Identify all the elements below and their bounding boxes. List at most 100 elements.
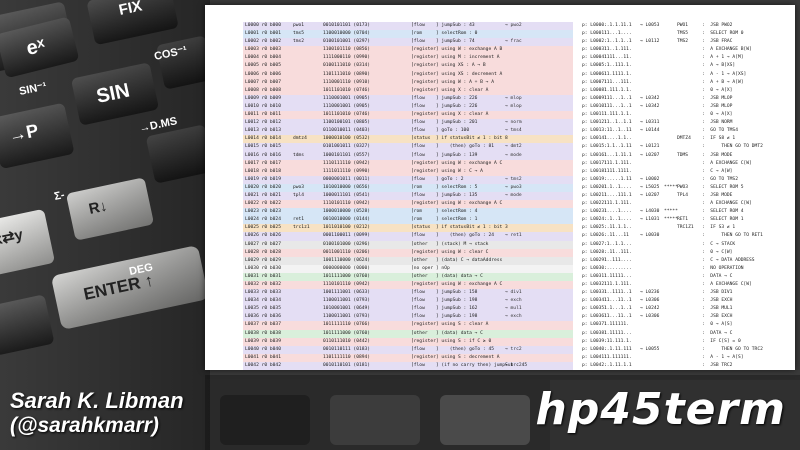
listing-row: L0038 r0 b038 1011111000 (0760) [other ] (… [243,329,573,338]
listing-cell-cmt: → mode [505,152,522,158]
listing-cell-addr: L0038 r0 b038 [245,330,281,336]
listing-cell-addr: L0001 r0 b001 [245,31,281,37]
listing-row: L0022 r0 b022 1110101110 (0942) [register]… [243,200,573,209]
original-cell-lbl: PWO1 [677,23,689,28]
original-row: p: L0026: ..11...11 → L0030: THEN GO TO RE… [580,232,790,240]
original-cell-ins: : JSB DIV1 [702,290,733,296]
original-cell-bits: 11...1.... [604,31,632,37]
original-cell-bits: 1..111.... [604,257,632,263]
original-cell-bits: 111.1.111. [604,201,632,207]
original-cell-lbl: TMS5 [677,31,689,37]
listing-cell-cmt: → norm [505,120,522,126]
listing-cell-bits: 1011111000 (0760) [323,330,371,336]
listing-cell-cmt: → mul1 [505,306,522,312]
listing-cell-addr: L0026 r0 b026 [245,233,281,239]
listing-row: L0024 r0 b024 ret1 0010010000 (0144) [rom ]… [243,216,573,225]
original-cell-bits: 1.1..1.... [604,184,632,190]
listing-cell-bits: 1101111110 (0894) [323,354,371,360]
listing-row: L0025 r0 b025 trc1z1 1011010100 (0212) [sta… [243,224,573,233]
listing-cell-addr: L0034 r0 b034 [245,298,281,304]
original-cell-tgt: → L0053 [640,23,660,28]
original-row: p: L0009: 111...1..1 → L0342: JSB MLOP [580,95,790,103]
original-row: p: L0022: 111.1.111.: A EXCHANGE C[W] [580,200,790,208]
listing-row: L0014 r0 b014 dmtz4 1000010100 (0532) [stat… [243,135,573,144]
listing-cell-bits: 0100111010 (0314) [323,63,371,69]
original-cell-bits: 1111.1111. [604,168,632,174]
original-cell-bits: 1.1...1..1 [604,306,632,312]
original-cell-tgt: → L0306 [640,314,660,320]
listing-cell-label: trc1z1 [293,225,310,231]
listing-cell-ins: [flow ] jumpSub : 198 [411,298,478,304]
listing-cell-bits: 1000101101 (0557) [323,152,371,158]
listing-cell-cmt: → dmt2 [505,144,522,150]
listing-cell-addr: L0011 r0 b011 [245,112,281,118]
listing-cell-bits: 0100101000 (0296) [323,241,371,247]
original-cell-ins: : A + B → A[W] [702,79,744,85]
original-row: p: L0031: 1.11111...: DATA → C [580,273,790,281]
listing-cell-addr: L0041 r0 b041 [245,354,281,360]
original-cell-ins: : IF S3 ≠ 1 [702,225,736,231]
listing-row: L0027 r0 b027 0100101000 (0296) [other ] (… [243,240,573,249]
listing-row: L0039 r0 b039 0110111010 (0442) [register]… [243,337,573,346]
original-cell-bits: .1..111.1. [604,63,632,69]
original-cell-tgt: → L4030 [640,209,660,215]
original-cell-ins: : JSB MLOP [702,103,733,109]
original-row: p: L0006: 11.1111.1.: A - 1 → A[XS] [580,71,790,79]
listing-cell-label: tpl4 [293,192,305,198]
listing-cell-bits: 0011001110 (0206) [323,249,371,255]
listing-cell-addr: L0028 r0 b028 [245,249,281,255]
original-cell-bits: ..11.1.1.. [604,225,632,231]
original-cell-bits: 1.11111... [604,273,632,279]
listing-row: L0020 r0 b020 pwo3 1010010000 (0656) [rom ]… [243,183,573,192]
original-cell-ins: : THEN GO TO TRC2 [702,346,763,352]
listing-cell-ins: [register] using X : clear A [411,87,489,93]
listing-row: L0008 r0 b008 1011101010 (0746) [register]… [243,86,573,95]
listing-cell-addr: L0013 r0 b013 [245,128,281,134]
original-cell-tgt: → L0030 [640,233,660,239]
listing-cell-cmt: → ret1 [505,233,522,239]
original-cell-bits: .11..1..11 [604,128,632,134]
listing-row: L0002 r0 b002 tms2 0100101001 (0297) [flow … [243,38,573,47]
original-cell-bits: ..11...11 [604,233,629,239]
listing-row: L0023 r0 b023 1000010000 (0528) [rom ] sel… [243,208,573,217]
listing-cell-cmt: → frac [505,39,522,45]
listing-cell-ins: [rom ] selectRom : 4 [411,209,478,215]
original-row: p: L0030:..........: NO OPERATION [580,265,790,273]
original-cell-ins: : GO TO TMS4 [702,128,738,134]
original-cell-lbl: TRC1Z1 [677,225,694,231]
listing-cell-ins: [flow ] jumpSub : 43 [411,23,475,28]
original-cell-lbl: TDMS [677,152,689,158]
author-name: Sarah K. Libman [10,388,184,413]
original-cell-bits: 111...1..1 [604,103,632,109]
original-cell-bits: ......1.11 [604,176,632,182]
listing-cell-ins: [register] using M : increment A [411,55,500,61]
listing-cell-ins: [register] using XS : A → B [411,63,486,69]
listing-cell-ins: [flow ] jumpSub : 158 [411,290,478,296]
original-cell-tgt: → L0112 [640,39,660,45]
original-row: p: L0037: 1.111111.: 0 → A[S] [580,321,790,329]
original-cell-tgt: → L0207 [640,152,660,158]
listing-row: L0017 r0 b017 1110111110 (0942) [register]… [243,159,573,168]
original-row: p: L0013: .11..1..11 → L0144: GO TO TMS4 [580,127,790,135]
original-cell-lbl: RET1 [677,217,689,223]
original-cell-bits: 11.1111.1. [604,71,632,77]
original-cell-tgt: → L0121 [640,144,660,150]
listing-row: L0012 r0 b012 1100100101 (0805) [flow ] ju… [243,119,573,128]
original-cell-ins: : DATA → C [702,273,733,279]
listing-row: L0019 r0 b019 0000001011 (0011) [flow ] go… [243,175,573,184]
listing-cell-bits: 0000001011 (0011) [323,176,371,182]
listing-cell-bits: 1100100101 (0805) [323,120,371,126]
original-row: p: L0027: .1..1.1...: C → STACK [580,241,790,249]
listing-cell-bits: 1001111001 (0633) [323,290,371,296]
original-listing: p: L0000: ..1.1.11.1 → L0053 PWO1: JSB PWO2… [580,22,790,370]
listing-cell-ins: [register] using W : exchange A C [411,282,503,287]
listing-row: L0000 r0 b000 pwo1 0010101101 (0173) [flow … [243,22,573,31]
original-row: p: L0002: .1..1.1..1 → L0112 TMS2: JSB FRAC [580,38,790,46]
listing-cell-cmt: → pwo3 [505,184,522,190]
listing-cell-ins: [other ] (stack) M → stack [411,241,489,247]
listing-cell-ins: [register] using X : clear A [411,112,489,118]
original-cell-ins: : IF S8 ≠ 1 [702,136,736,142]
original-cell-mark: ***** [664,209,678,215]
listing-row: L0018 r0 b018 1111011110 (0990) [register]… [243,167,573,176]
listing-row: L0004 r0 b004 1111000110 (0990) [register]… [243,54,573,63]
